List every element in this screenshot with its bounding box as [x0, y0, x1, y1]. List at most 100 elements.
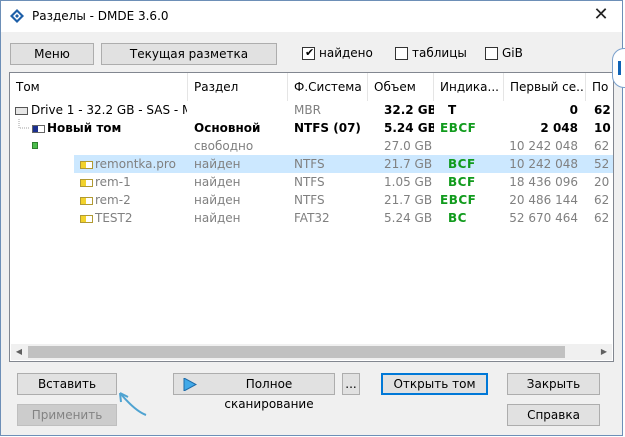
table-row-selected[interactable]: remontka.pro найден NTFS 21.7 GB BCF 10 …: [74, 155, 613, 173]
cell-indicators: BCF: [448, 157, 476, 171]
side-panel-icon: [612, 48, 625, 88]
cell-volume: rem-1: [80, 173, 186, 191]
table-row[interactable]: Новый том Основной NTFS (07) 5.24 GB EBC…: [10, 119, 613, 137]
window-title: Разделы - DMDE 3.6.0: [32, 9, 169, 23]
cell-indicators: BC: [448, 211, 467, 225]
cell-last: 62: [594, 103, 611, 117]
open-volume-button[interactable]: Открыть том: [381, 373, 488, 395]
tables-checkbox-label: таблицы: [412, 46, 467, 60]
apply-button[interactable]: Применить: [17, 404, 117, 426]
cell-volume-text: TEST2: [95, 211, 133, 225]
tables-checkbox-box[interactable]: [395, 47, 408, 60]
cell-size: 21.7 GB: [384, 193, 433, 207]
cell-first-sector: 2 048: [540, 121, 578, 135]
checkmark-icon: ✔: [305, 46, 315, 59]
table-row[interactable]: rem-2 найден NTFS 21.7 GB EBCF 20 486 14…: [10, 191, 613, 209]
column-header-partition[interactable]: Раздел: [188, 73, 288, 101]
cell-volume: Новый том: [32, 119, 187, 137]
tables-checkbox[interactable]: таблицы: [395, 46, 475, 62]
cell-last: 62: [594, 139, 610, 153]
column-header-indicators[interactable]: Индика...: [434, 73, 504, 101]
tree-line-icon: [18, 119, 30, 129]
scrollbar-thumb[interactable]: [28, 346, 565, 358]
column-header-last[interactable]: По: [586, 73, 613, 101]
partition-icon: [80, 196, 93, 205]
horizontal-scrollbar[interactable]: ◀ ▶: [11, 344, 612, 360]
cell-indicators: EBCF: [440, 121, 477, 135]
found-checkbox-box[interactable]: ✔: [302, 46, 315, 60]
cell-size: 27.0 GB: [384, 139, 433, 153]
current-layout-button[interactable]: Текущая разметка: [101, 43, 277, 65]
column-header-volume[interactable]: Том: [10, 73, 188, 101]
cell-size: 5.24 GB: [384, 211, 433, 225]
insert-button[interactable]: Вставить: [17, 373, 117, 395]
cell-partition: найден: [194, 157, 241, 171]
full-scan-label: Полное сканирование: [224, 377, 314, 411]
cell-indicators: T: [448, 103, 457, 117]
cell-volume: Drive 1 - 32.2 GB - SAS - M...: [15, 101, 187, 119]
cell-first-sector: 20 486 144: [509, 193, 578, 207]
cell-last: 52: [594, 157, 610, 171]
cell-filesystem: NTFS: [294, 175, 325, 189]
cell-indicators: BCF: [448, 175, 476, 189]
hard-drive-icon: [15, 106, 28, 115]
cell-size: 32.2 GB: [384, 103, 434, 117]
cell-partition: Основной: [194, 121, 261, 135]
cell-last: 20: [594, 175, 610, 189]
help-button[interactable]: Справка: [507, 404, 600, 426]
gib-checkbox-box[interactable]: [485, 47, 498, 60]
cell-filesystem: MBR: [294, 103, 321, 117]
column-header-filesystem[interactable]: Ф.Система: [288, 73, 368, 101]
cell-volume-text: remontka.pro: [95, 157, 176, 171]
cell-partition: найден: [194, 175, 241, 189]
cell-indicators: EBCF: [440, 193, 477, 207]
column-header-first-sector[interactable]: Первый се...: [504, 73, 586, 101]
play-icon: [183, 378, 197, 391]
cell-volume-text: Новый том: [47, 121, 122, 135]
scroll-right-icon[interactable]: ▶: [596, 344, 612, 360]
table-row[interactable]: rem-1 найден NTFS 1.05 GB BCF 18 436 096…: [10, 173, 613, 191]
found-checkbox-label: найдено: [319, 46, 373, 60]
cell-partition: свободно: [194, 139, 254, 153]
column-header-size[interactable]: Объем: [368, 73, 434, 101]
found-checkbox[interactable]: ✔ найдено: [302, 46, 382, 62]
cell-volume: remontka.pro: [80, 155, 186, 173]
cell-volume-text: rem-1: [95, 175, 131, 189]
partition-icon: [80, 160, 93, 169]
cell-partition: найден: [194, 211, 241, 225]
cell-first-sector: 52 670 464: [509, 211, 578, 225]
cell-first-sector: 0: [569, 103, 578, 117]
title-bar: Разделы - DMDE 3.6.0 ✕: [1, 1, 622, 32]
volume-icon: [32, 124, 45, 133]
cell-first-sector: 10 242 048: [509, 157, 578, 171]
free-space-icon: [32, 142, 38, 149]
cell-volume: rem-2: [80, 191, 186, 209]
cell-first-sector: 10 242 048: [509, 139, 578, 153]
partitions-list[interactable]: Том Раздел Ф.Система Объем Индика... Пер…: [9, 72, 614, 362]
close-button[interactable]: Закрыть: [507, 373, 600, 395]
scroll-left-icon[interactable]: ◀: [11, 344, 27, 360]
cell-filesystem: NTFS: [294, 157, 325, 171]
cell-filesystem: NTFS (07): [294, 121, 361, 135]
cell-size: 5.24 GB: [384, 121, 434, 135]
gib-checkbox[interactable]: GiB: [485, 46, 535, 62]
cell-last: 62: [594, 193, 610, 207]
close-window-icon[interactable]: ✕: [590, 4, 612, 26]
cell-last: 10: [594, 121, 611, 135]
cell-size: 21.7 GB: [384, 157, 433, 171]
menu-button[interactable]: Меню: [10, 43, 94, 65]
cell-first-sector: 18 436 096: [509, 175, 578, 189]
cell-filesystem: FAT32: [294, 211, 330, 225]
cell-filesystem: NTFS: [294, 193, 325, 207]
more-options-button[interactable]: ...: [342, 373, 360, 395]
annotation-arrow-icon: [119, 392, 147, 416]
table-row[interactable]: Drive 1 - 32.2 GB - SAS - M... MBR 32.2 …: [10, 101, 613, 119]
full-scan-button[interactable]: Полное сканирование: [173, 373, 335, 411]
cell-volume-text: rem-2: [95, 193, 131, 207]
cell-volume: TEST2: [80, 209, 186, 227]
table-row[interactable]: свободно 27.0 GB 10 242 048 62: [10, 137, 613, 155]
cell-partition: найден: [194, 193, 241, 207]
table-row[interactable]: TEST2 найден FAT32 5.24 GB BC 52 670 464…: [10, 209, 613, 227]
partition-icon: [80, 214, 93, 223]
dmde-partitions-window: Разделы - DMDE 3.6.0 ✕ Меню Текущая разм…: [0, 0, 623, 436]
